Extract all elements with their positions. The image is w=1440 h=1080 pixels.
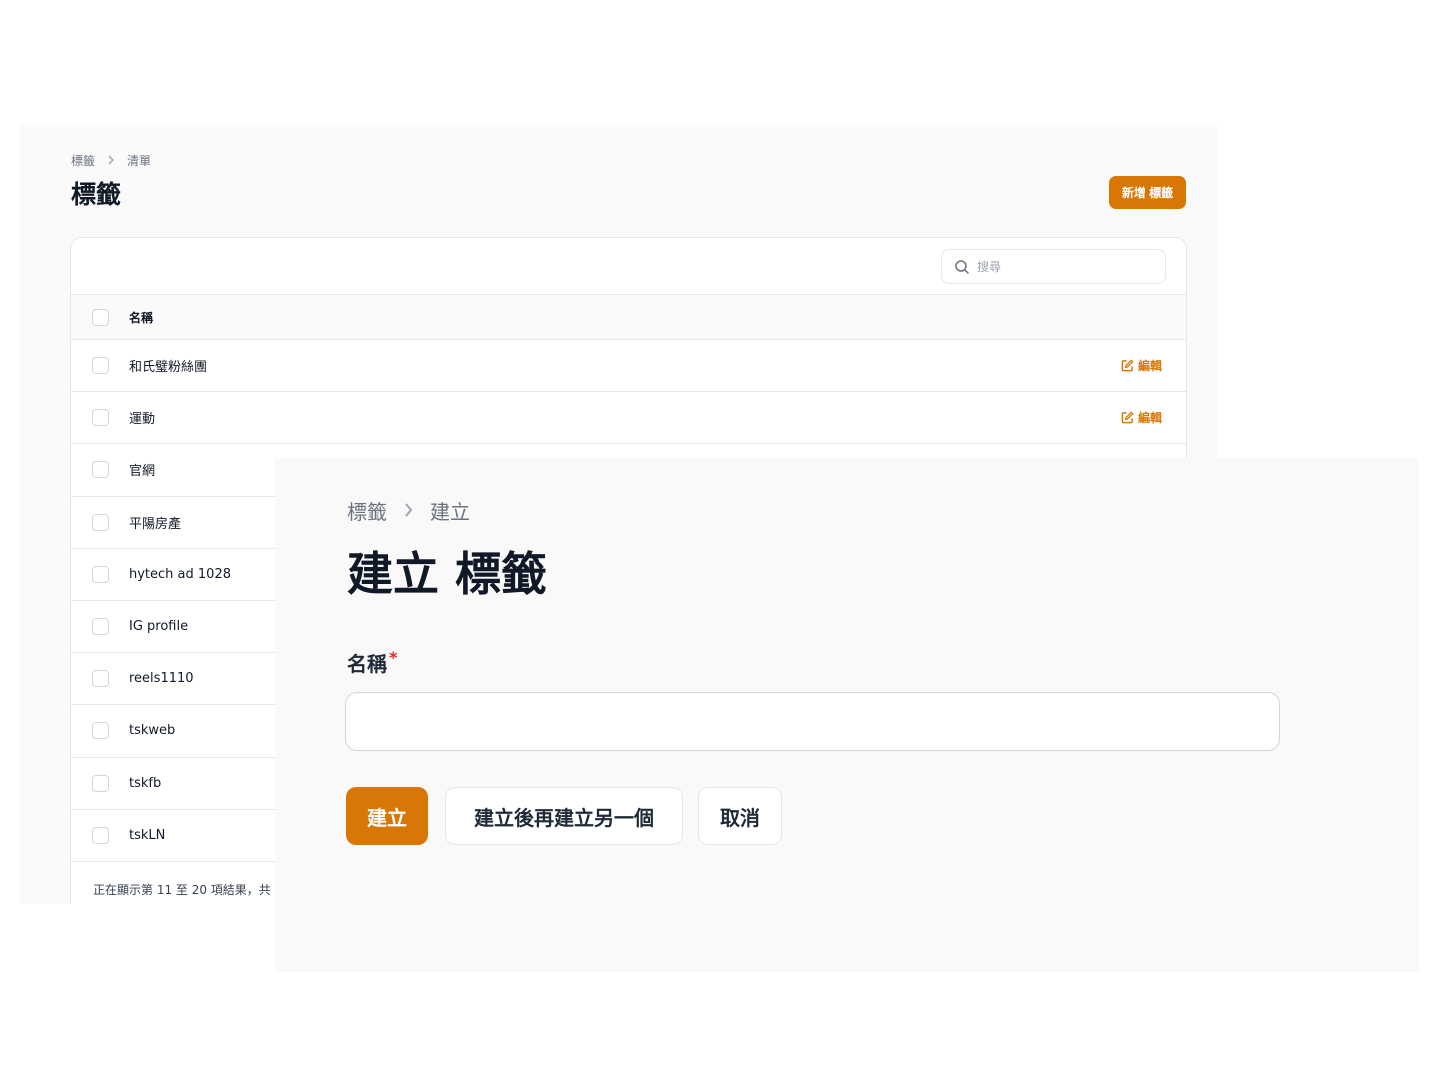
required-asterisk: * xyxy=(389,648,398,667)
page-title: 標籤 xyxy=(71,180,122,209)
row-checkbox[interactable] xyxy=(92,565,109,583)
page-title: 建立 標籤 xyxy=(347,547,548,601)
screen-root: 標籤 清單 標籤 新增 標籤 名稱 和氏璧粉 xyxy=(0,0,1440,1080)
table-toolbar xyxy=(71,238,1186,295)
row-name: tskweb xyxy=(129,723,176,739)
edit-label: 編輯 xyxy=(1138,411,1163,426)
edit-label: 編輯 xyxy=(1138,359,1163,374)
row-checkbox[interactable] xyxy=(92,774,109,792)
edit-link[interactable]: 編輯 xyxy=(1121,357,1162,374)
row-checkbox[interactable] xyxy=(92,357,109,375)
row-name: IG profile xyxy=(129,619,189,635)
breadcrumb-item-create: 建立 xyxy=(430,500,470,524)
create-breadcrumb: 標籤 建立 xyxy=(347,496,470,525)
row-checkbox[interactable] xyxy=(92,722,109,740)
search-input[interactable] xyxy=(977,259,1147,274)
row-name: 官網 xyxy=(129,464,156,480)
table-header-row: 名稱 xyxy=(71,295,1186,340)
breadcrumb-separator-icon xyxy=(107,154,115,168)
edit-icon xyxy=(1121,411,1134,424)
breadcrumb-item-tags[interactable]: 標籤 xyxy=(347,496,387,525)
row-checkbox[interactable] xyxy=(92,513,109,531)
row-checkbox[interactable] xyxy=(92,461,109,479)
row-checkbox[interactable] xyxy=(92,670,109,688)
row-name: 和氏璧粉絲團 xyxy=(129,360,208,376)
row-checkbox[interactable] xyxy=(92,409,109,427)
row-name: tskLN xyxy=(129,827,166,843)
row-name: 平陽房產 xyxy=(129,516,182,532)
breadcrumb-item-list: 清單 xyxy=(127,154,152,168)
name-label-text: 名稱 xyxy=(347,652,387,676)
name-field-label: 名稱 * xyxy=(347,648,397,677)
breadcrumb-item-tags[interactable]: 標籤 xyxy=(71,152,95,169)
table-row[interactable]: 運動 編輯 xyxy=(71,392,1186,445)
row-name: reels1110 xyxy=(129,671,194,687)
table-row[interactable]: 和氏璧粉絲團 編輯 xyxy=(71,340,1186,393)
row-checkbox[interactable] xyxy=(92,618,109,636)
edit-link[interactable]: 編輯 xyxy=(1121,409,1162,426)
new-tag-button[interactable]: 新增 標籤 xyxy=(1109,176,1186,209)
row-name: 運動 xyxy=(129,412,156,428)
name-input[interactable] xyxy=(345,692,1280,751)
column-header-name[interactable]: 名稱 xyxy=(129,309,153,326)
breadcrumb-separator-icon xyxy=(403,499,414,523)
create-button[interactable]: 建立 xyxy=(346,787,428,845)
row-name: tskfb xyxy=(129,775,162,791)
row-checkbox[interactable] xyxy=(92,826,109,844)
search-icon xyxy=(955,259,970,274)
edit-icon xyxy=(1121,359,1134,372)
row-name: hytech ad 1028 xyxy=(129,566,231,582)
create-another-button[interactable]: 建立後再建立另一個 xyxy=(445,787,683,845)
cancel-button[interactable]: 取消 xyxy=(698,787,782,845)
search-box[interactable] xyxy=(941,249,1166,284)
list-breadcrumb: 標籤 清單 xyxy=(71,152,151,169)
select-all-checkbox[interactable] xyxy=(92,308,109,326)
create-tag-page: 標籤 建立 建立 標籤 名稱 * 建立 建立後再建立另一個 取消 xyxy=(275,458,1419,972)
